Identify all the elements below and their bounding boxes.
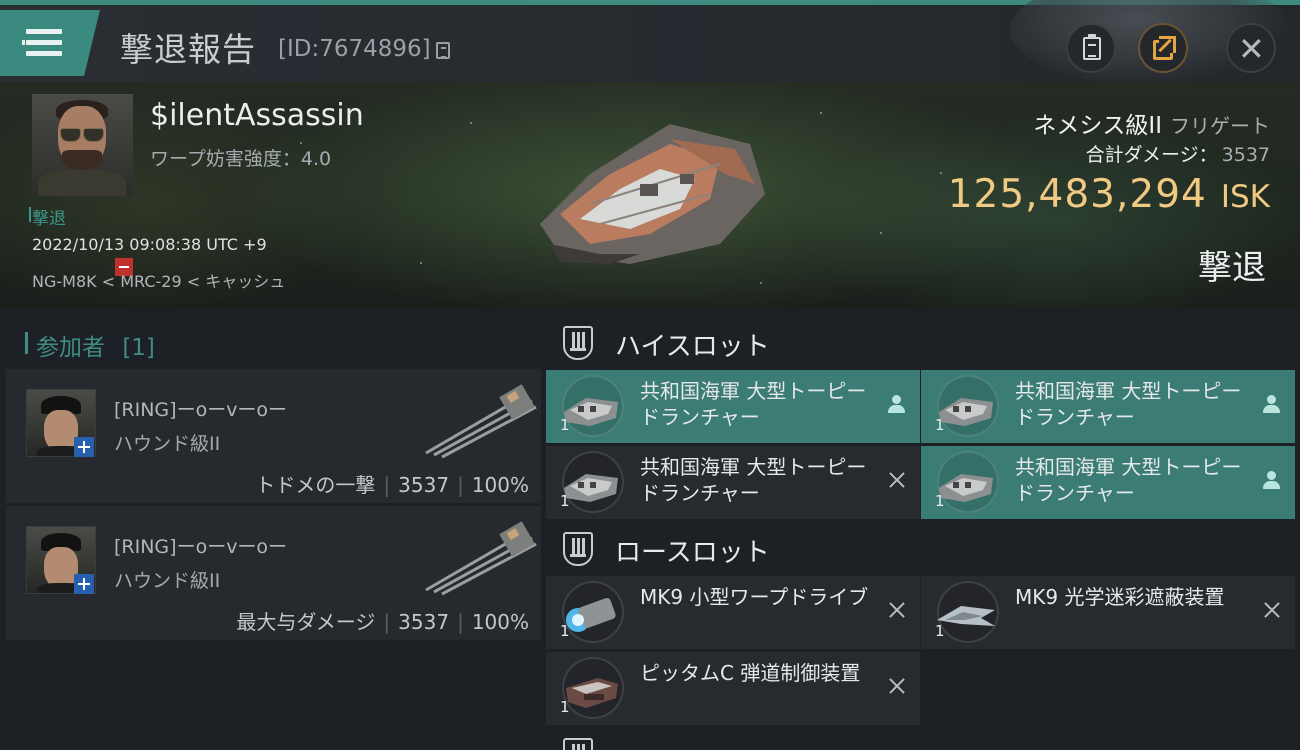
module-high-1[interactable]: 1 共和国海軍 大型トーピードランチャー [546, 370, 920, 443]
role-label: 撃退 [29, 204, 66, 229]
warp-disruption-strength: ワープ妨害強度：4.0 [150, 148, 332, 170]
low-slot-icon [563, 532, 593, 566]
person-icon [1261, 468, 1283, 494]
participant-row[interactable]: [RING]ーoーvーoー ハウンド級II 最大与ダメージ | 3537 | 100% [6, 506, 541, 640]
plus-badge-icon [74, 574, 94, 594]
result-label: 撃退 [1198, 248, 1266, 288]
victim-banner: $ilentAssassin ワープ妨害強度：4.0 撃退 2022/10/13… [0, 82, 1300, 308]
location: NG-M8K < MRC-29 < キャッシュ [32, 272, 286, 291]
participant-stats: トドメの一撃 | 3537 | 100% [255, 473, 529, 497]
module-high-4[interactable]: 1 共和国海軍 大型トーピードランチャー [921, 446, 1295, 519]
share-button[interactable] [1138, 23, 1188, 73]
module-name: ピッタムC 弾道制御装置 [640, 661, 861, 685]
clipboard-icon [1083, 34, 1101, 60]
top-bar: 撃退報告 [ID:7674896] ✕ [0, 0, 1300, 85]
plus-badge-icon [74, 437, 94, 457]
ship-class: フリゲート [1170, 114, 1270, 138]
victim-name[interactable]: $ilentAssassin [150, 98, 364, 133]
module-low-1[interactable]: 1 MK9 小型ワープドライブ [546, 576, 920, 649]
hamburger-icon [22, 29, 62, 57]
participant-ship: ハウンド級II [114, 433, 221, 455]
menu-button[interactable] [0, 10, 100, 76]
person-icon [1261, 392, 1283, 418]
module-low-2[interactable]: 1 MK9 光学迷彩遮蔽装置 [921, 576, 1295, 649]
close-button[interactable]: ✕ [1226, 23, 1276, 73]
weapon-icon [425, 384, 537, 459]
module-name: 共和国海軍 大型トーピードランチャー [640, 379, 867, 429]
close-icon [886, 674, 908, 700]
ship-name[interactable]: ネメシス級II フリゲート [1033, 106, 1270, 140]
high-slot-icon [563, 326, 593, 360]
module-low-3[interactable]: 1 ピッタムC 弾道制御装置 [546, 652, 920, 725]
participants-heading: 参加者 [1] [25, 328, 155, 362]
module-name: 共和国海軍 大型トーピードランチャー [1015, 379, 1242, 429]
module-name: MK9 小型ワープドライブ [640, 585, 869, 609]
report-id: [ID:7674896] [278, 36, 431, 62]
total-damage: 合計ダメージ： 3537 [1085, 144, 1270, 166]
fitting-panel: ハイスロット 1 共和国海軍 大型トーピードランチャー 1 共和国海軍 大型トー… [541, 308, 1300, 750]
module-name: 共和国海軍 大型トーピードランチャー [1015, 455, 1242, 505]
participants-count: [1] [122, 335, 155, 361]
module-name: 共和国海軍 大型トーピードランチャー [640, 455, 867, 505]
external-arrow-icon [1159, 36, 1176, 53]
person-icon [886, 392, 908, 418]
slot-icon [563, 738, 593, 750]
weapon-icon [425, 521, 537, 596]
isk-value: 125,483,294 ISK [947, 172, 1270, 217]
participant-row[interactable]: [RING]ーoーvーoー ハウンド級II トドメの一撃 | 3537 | 100% [6, 369, 541, 503]
ship-image[interactable] [520, 104, 780, 274]
close-icon [886, 598, 908, 624]
module-high-2[interactable]: 1 共和国海軍 大型トーピードランチャー [921, 370, 1295, 443]
close-icon [1261, 598, 1283, 624]
module-name: MK9 光学迷彩遮蔽装置 [1015, 585, 1225, 609]
page-title: 撃退報告 [120, 30, 256, 69]
close-icon: ✕ [1238, 30, 1265, 68]
participants-panel: 参加者 [1] [RING]ーoーvーoー ハウンド級II トドメの一撃 | 353… [0, 308, 541, 750]
clipboard-button[interactable] [1066, 23, 1116, 73]
participant-stats: 最大与ダメージ | 3537 | 100% [236, 610, 529, 634]
timestamp: 2022/10/13 09:08:38 UTC +9 [32, 235, 267, 254]
participant-name: [RING]ーoーvーoー [114, 536, 288, 558]
victim-avatar[interactable] [32, 94, 133, 196]
participant-ship: ハウンド級II [114, 570, 221, 592]
close-icon [886, 468, 908, 494]
copy-icon[interactable] [436, 42, 450, 59]
module-high-3[interactable]: 1 共和国海軍 大型トーピードランチャー [546, 446, 920, 519]
participant-name: [RING]ーoーvーoー [114, 399, 288, 421]
